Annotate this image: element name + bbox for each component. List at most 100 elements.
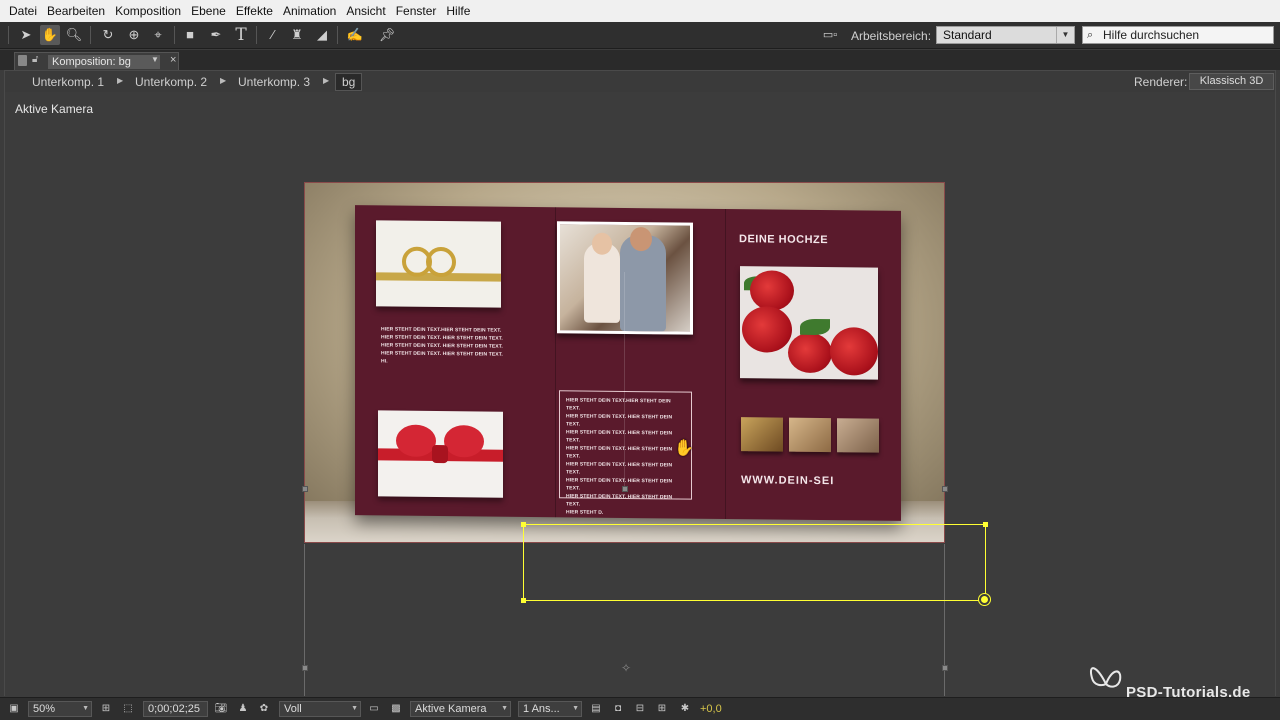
selection-handle[interactable] (521, 598, 526, 603)
composition-viewer[interactable]: Aktive Kamera HIER STEHT DEIN TEXT.HIER … (4, 92, 1276, 696)
selection-tool-icon[interactable]: ➤ (16, 25, 36, 45)
timeline-icon[interactable]: ⊟ (632, 702, 648, 716)
panel-tab-bar: 🔓︎ Komposition: bg ▼ × ▾≡ (0, 50, 1280, 115)
menu-komposition[interactable]: Komposition (110, 4, 186, 18)
exposure-reset-icon[interactable]: ✱ (677, 702, 693, 716)
layer-handle[interactable] (302, 665, 308, 671)
renderer-button[interactable]: Klassisch 3D (1189, 73, 1274, 90)
roto-brush-tool-icon[interactable]: ✍ (345, 25, 365, 45)
layer-handle[interactable] (942, 665, 948, 671)
close-icon[interactable]: × (170, 54, 176, 66)
track-xy-camera-tool-icon[interactable]: ⌖ (148, 25, 168, 45)
toggle-pixel-aspect-icon[interactable]: ▤ (588, 702, 604, 716)
tab-composition-title: Komposition: bg (48, 55, 160, 69)
rose-shape (742, 306, 792, 353)
invitation-card: HIER STEHT DEIN TEXT.HIER STEHT DEIN TEX… (355, 205, 901, 521)
layer-handle[interactable] (622, 486, 628, 492)
selected-layer-bounds[interactable] (523, 524, 986, 601)
always-preview-icon[interactable]: ▣ (6, 702, 22, 716)
puppet-pin-tool-icon[interactable]: 📌︎ (377, 25, 397, 45)
menu-ansicht[interactable]: Ansicht (341, 4, 390, 18)
camera-target-icon[interactable]: ✧ (621, 661, 631, 675)
view-value: Aktive Kamera (415, 703, 487, 715)
chevron-down-icon[interactable]: ▼ (151, 55, 159, 64)
help-search-placeholder: Hilfe durchsuchen (1103, 28, 1200, 42)
menu-bar: Datei Bearbeiten Komposition Ebene Effek… (0, 0, 1280, 22)
tab-composition[interactable]: 🔓︎ Komposition: bg ▼ × (14, 52, 179, 70)
left-body-text: HIER STEHT DEIN TEXT.HIER STEHT DEIN TEX… (381, 326, 503, 365)
leaf-shape (800, 318, 830, 336)
detail-thumbnail (837, 418, 879, 453)
menu-animation[interactable]: Animation (278, 4, 341, 18)
layer-handle[interactable] (302, 486, 308, 492)
bride-face (592, 232, 612, 255)
show-snapshot-icon[interactable]: ♟ (235, 702, 251, 716)
hand-tool-icon[interactable]: ✋ (40, 25, 60, 45)
workspace-gamepad-icon[interactable]: ▭▫ (818, 27, 842, 43)
hand-cursor-icon: ✋ (674, 440, 694, 457)
view-select[interactable]: Aktive Kamera ▼ (410, 701, 511, 717)
toolbar-divider (256, 26, 257, 44)
zoom-tool-icon[interactable]: 🔍︎ (64, 25, 84, 45)
help-search-input[interactable]: ⌕ Hilfe durchsuchen (1082, 26, 1274, 44)
menu-datei[interactable]: Datei (4, 4, 42, 18)
roses-image (740, 266, 878, 380)
ring-icon (426, 246, 456, 278)
watermark: PSD-Tutorials.de (1086, 656, 1266, 701)
menu-hilfe[interactable]: Hilfe (441, 4, 475, 18)
brush-tool-icon[interactable]: ∕ (263, 25, 283, 45)
transparency-grid-icon[interactable]: ▩ (388, 702, 404, 716)
card-heading: DEINE HOCHZE (739, 233, 829, 247)
selection-handle[interactable] (521, 522, 526, 527)
champagne-thumbnail (741, 417, 783, 452)
layout-select[interactable]: 1 Ans... ▼ (518, 701, 582, 717)
card-url: WWW.DEIN-SEI (741, 474, 835, 488)
menu-ebene[interactable]: Ebene (186, 4, 231, 18)
text-tool-icon[interactable]: T (231, 25, 251, 45)
toolbar-divider (8, 26, 9, 44)
bow-loop-shape (444, 425, 484, 458)
resolution-value: Voll (284, 703, 302, 715)
eraser-tool-icon[interactable]: ◢ (312, 25, 332, 45)
menu-bearbeiten[interactable]: Bearbeiten (42, 4, 110, 18)
clone-stamp-tool-icon[interactable]: ♜ (287, 25, 307, 45)
anchor-point-handle[interactable] (979, 594, 990, 605)
workspace-select[interactable]: Standard ▼ (936, 26, 1075, 44)
breadcrumb-unterkomp-3[interactable]: Unterkomp. 3 (238, 75, 310, 89)
menu-fenster[interactable]: Fenster (391, 4, 442, 18)
rotate-tool-icon[interactable]: ↻ (98, 25, 118, 45)
workspace-value: Standard (943, 28, 992, 42)
pen-tool-icon[interactable]: ✒ (206, 25, 226, 45)
flowchart-icon[interactable]: ⊞ (654, 702, 670, 716)
rose-shape (788, 332, 832, 374)
resolution-select[interactable]: Voll ▼ (279, 701, 361, 717)
timecode-field[interactable]: 0;00;02;25 (143, 701, 208, 717)
region-of-interest-icon[interactable]: ▭ (366, 702, 382, 716)
lock-icon[interactable]: 🔓︎ (32, 54, 38, 65)
chevron-down-icon: ▼ (501, 705, 508, 712)
zoom-select[interactable]: 50% ▼ (28, 701, 92, 717)
rose-shape (830, 327, 878, 376)
exposure-value[interactable]: +0,0 (700, 703, 722, 715)
color-channels-icon[interactable]: ✿ (256, 702, 272, 716)
grid-options-icon[interactable]: ⊞ (98, 702, 114, 716)
rectangle-tool-icon[interactable]: ■ (180, 25, 200, 45)
layer-handle[interactable] (942, 486, 948, 492)
mask-visibility-icon[interactable]: ⬚ (120, 702, 136, 716)
orbit-camera-tool-icon[interactable]: ⊕ (124, 25, 144, 45)
search-icon: ⌕ (1087, 29, 1094, 41)
breadcrumb-unterkomp-2[interactable]: Unterkomp. 2 (135, 75, 207, 89)
layout-value: 1 Ans... (523, 703, 560, 715)
breadcrumb-bg[interactable]: bg (335, 73, 363, 91)
tools-panel: ➤ ✋ 🔍︎ ↻ ⊕ ⌖ ■ ✒ T ∕ ♜ ◢ ✍ 📌︎ ▭▫ Arbeits… (0, 22, 1280, 49)
menu-effekte[interactable]: Effekte (231, 4, 278, 18)
active-camera-label: Aktive Kamera (15, 102, 94, 116)
composition-navigator: Unterkomp. 1 ▶ Unterkomp. 2 ▶ Unterkomp.… (4, 70, 1276, 92)
breadcrumb-unterkomp-1[interactable]: Unterkomp. 1 (32, 75, 104, 89)
snapshot-icon[interactable]: 📷︎ (213, 702, 229, 716)
rings-image (376, 220, 501, 308)
fast-previews-icon[interactable]: ◘ (610, 702, 626, 716)
text-box: HIER STEHT DEIN TEXT.HIER STEHT DEIN TEX… (559, 390, 692, 516)
zoom-value: 50% (33, 703, 56, 715)
selection-handle[interactable] (983, 522, 988, 527)
